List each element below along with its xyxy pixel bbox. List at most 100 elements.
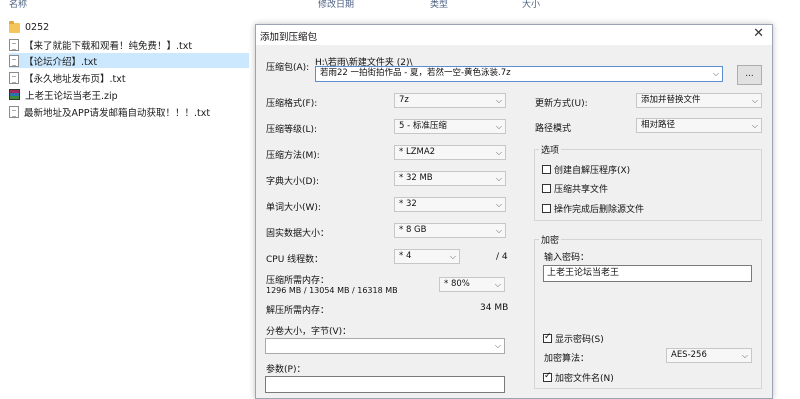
file-name: 上老王论坛当老王.zip — [25, 90, 118, 102]
column-header-modified[interactable]: 修改日期 — [318, 0, 354, 14]
list-item[interactable]: 上老王论坛当老王.zip — [9, 87, 118, 102]
file-name: 【永久地址发布页】.txt — [24, 73, 126, 85]
memory-percent-value: * 80% — [444, 279, 470, 289]
update-mode-label: 更新方式(U): — [535, 99, 588, 109]
checkbox-box[interactable] — [542, 184, 551, 193]
chevron-down-icon: ⌵ — [494, 341, 501, 350]
checkbox-box-checked[interactable] — [543, 332, 552, 343]
word-size-label: 单词大小(W): — [266, 203, 321, 213]
dictionary-value: * 32 MB — [399, 173, 433, 183]
chevron-down-icon: ⌵ — [494, 280, 501, 289]
parameters-label: 参数(P)： — [266, 365, 306, 375]
encryption-method-label: 加密算法： — [544, 354, 590, 364]
chevron-down-icon: ⌵ — [495, 148, 502, 157]
split-size-label: 分卷大小，字节(V)： — [266, 327, 352, 337]
update-mode-value: 添加并替换文件 — [641, 95, 701, 105]
word-size-select[interactable]: * 32 ⌵ — [394, 197, 506, 212]
checkbox-box[interactable] — [542, 204, 551, 213]
memory-percent-select[interactable]: * 80% ⌵ — [439, 277, 505, 292]
level-select[interactable]: 5 - 标准压缩 ⌵ — [394, 119, 506, 134]
password-label: 输入密码： — [544, 253, 590, 263]
path-mode-value: 相对路径 — [641, 120, 676, 130]
format-select[interactable]: 7z ⌵ — [394, 93, 506, 108]
shared-files-checkbox[interactable]: 压缩共享文件 — [542, 182, 608, 195]
list-item-selected[interactable]: 【论坛介绍】.txt — [9, 53, 249, 68]
close-icon[interactable]: ✕ — [753, 27, 764, 41]
chevron-down-icon: ⌵ — [751, 96, 758, 105]
split-size-combo[interactable]: ⌵ — [265, 338, 505, 354]
column-header-name[interactable]: 名称 — [9, 0, 27, 14]
archive-name: 若雨22 一拍街拍作品 - 夏，若然一空-黄色泳装.7z — [320, 68, 511, 78]
dictionary-select[interactable]: * 32 MB ⌵ — [394, 171, 506, 186]
update-mode-select[interactable]: 添加并替换文件 ⌵ — [636, 93, 762, 108]
browse-button[interactable]: ... — [737, 65, 762, 85]
checkbox-box[interactable] — [542, 165, 551, 174]
list-item[interactable]: 【来了就能下载和观看！纯免费！】.txt — [9, 37, 192, 52]
folder-icon — [9, 20, 20, 33]
solid-size-select[interactable]: * 8 GB ⌵ — [394, 223, 506, 238]
memory-label: 压缩所需内存： — [266, 276, 330, 286]
level-label: 压缩等级(L): — [266, 125, 318, 135]
file-name: 【论坛介绍】.txt — [24, 56, 98, 68]
add-to-archive-dialog: 添加到压缩包 ✕ 压缩包(A): H:\若雨\新建文件夹 (2)\ 若雨22 一… — [255, 24, 773, 399]
word-size-value: * 32 — [399, 199, 417, 209]
list-item[interactable]: 0252 — [9, 20, 49, 35]
encrypt-names-label: 加密文件名(N) — [555, 374, 614, 384]
sfx-checkbox[interactable]: 创建自解压程序(X) — [542, 163, 630, 176]
chevron-down-icon: ⌵ — [741, 351, 748, 360]
file-name: 【来了就能下载和观看！纯免费！】.txt — [24, 40, 193, 52]
level-value: 5 - 标准压缩 — [399, 121, 447, 131]
password-input[interactable]: 上老王论坛当老王 — [543, 265, 752, 282]
chevron-down-icon: ⌵ — [751, 121, 758, 130]
zip-archive-icon — [9, 89, 20, 100]
dictionary-label: 字典大小(D): — [266, 177, 319, 187]
file-name: 0252 — [25, 22, 50, 33]
text-file-icon — [9, 54, 19, 67]
checkbox-box-checked[interactable] — [543, 371, 552, 382]
cpu-threads-total: / 4 — [496, 252, 508, 262]
chevron-down-icon: ⌵ — [495, 226, 502, 235]
decompress-memory-value: 34 MB — [480, 303, 509, 313]
show-password-label: 显示密码(S) — [555, 335, 604, 345]
list-item[interactable]: 最新地址及APP请发邮箱自动获取！！！.txt — [9, 104, 210, 119]
path-mode-label: 路径模式 — [535, 124, 572, 134]
text-file-icon — [9, 71, 19, 84]
list-item[interactable]: 【永久地址发布页】.txt — [9, 70, 126, 85]
solid-size-value: * 8 GB — [399, 225, 427, 235]
cpu-threads-label: CPU 线程数： — [266, 255, 324, 265]
text-file-icon — [9, 38, 19, 51]
title-bar[interactable]: 添加到压缩包 ✕ — [256, 25, 772, 45]
archive-label: 压缩包(A): — [266, 63, 310, 73]
shared-files-label: 压缩共享文件 — [554, 185, 609, 195]
format-label: 压缩格式(F): — [266, 99, 318, 109]
method-select[interactable]: * LZMA2 ⌵ — [394, 145, 506, 160]
parameters-input[interactable] — [265, 376, 505, 393]
text-file-icon — [9, 105, 19, 118]
column-header-size[interactable]: 大小 — [522, 0, 540, 14]
path-mode-select[interactable]: 相对路径 ⌵ — [636, 118, 762, 133]
chevron-down-icon: ⌵ — [495, 174, 502, 183]
encryption-method-select[interactable]: AES-256 ⌵ — [666, 348, 752, 363]
cpu-threads-select[interactable]: * 4 ⌵ — [394, 249, 460, 264]
encrypt-names-checkbox[interactable]: 加密文件名(N) — [543, 371, 614, 384]
format-value: 7z — [399, 95, 409, 105]
encryption-group-label: 加密 — [539, 233, 562, 246]
delete-after-checkbox[interactable]: 操作完成后删除源文件 — [542, 202, 644, 215]
file-name: 最新地址及APP请发邮箱自动获取！！！.txt — [24, 107, 211, 119]
show-password-checkbox[interactable]: 显示密码(S) — [543, 332, 604, 345]
options-group-label: 选项 — [539, 143, 562, 156]
decompress-memory-label: 解压所需内存： — [266, 306, 330, 316]
chevron-down-icon[interactable]: ⌵ — [713, 67, 719, 80]
method-label: 压缩方法(M): — [266, 151, 320, 161]
encryption-method-value: AES-256 — [671, 350, 707, 360]
dialog-title: 添加到压缩包 — [260, 32, 318, 43]
chevron-down-icon: ⌵ — [495, 200, 502, 209]
archive-name-combo[interactable]: 若雨22 一拍街拍作品 - 夏，若然一空-黄色泳装.7z ⌵ — [315, 66, 723, 82]
chevron-down-icon: ⌵ — [449, 252, 456, 261]
delete-after-label: 操作完成后删除源文件 — [554, 205, 645, 215]
chevron-down-icon: ⌵ — [495, 122, 502, 131]
column-header-type[interactable]: 类型 — [430, 0, 448, 14]
sfx-label: 创建自解压程序(X) — [554, 166, 631, 176]
method-value: * LZMA2 — [399, 147, 436, 157]
cpu-threads-value: * 4 — [399, 251, 412, 261]
